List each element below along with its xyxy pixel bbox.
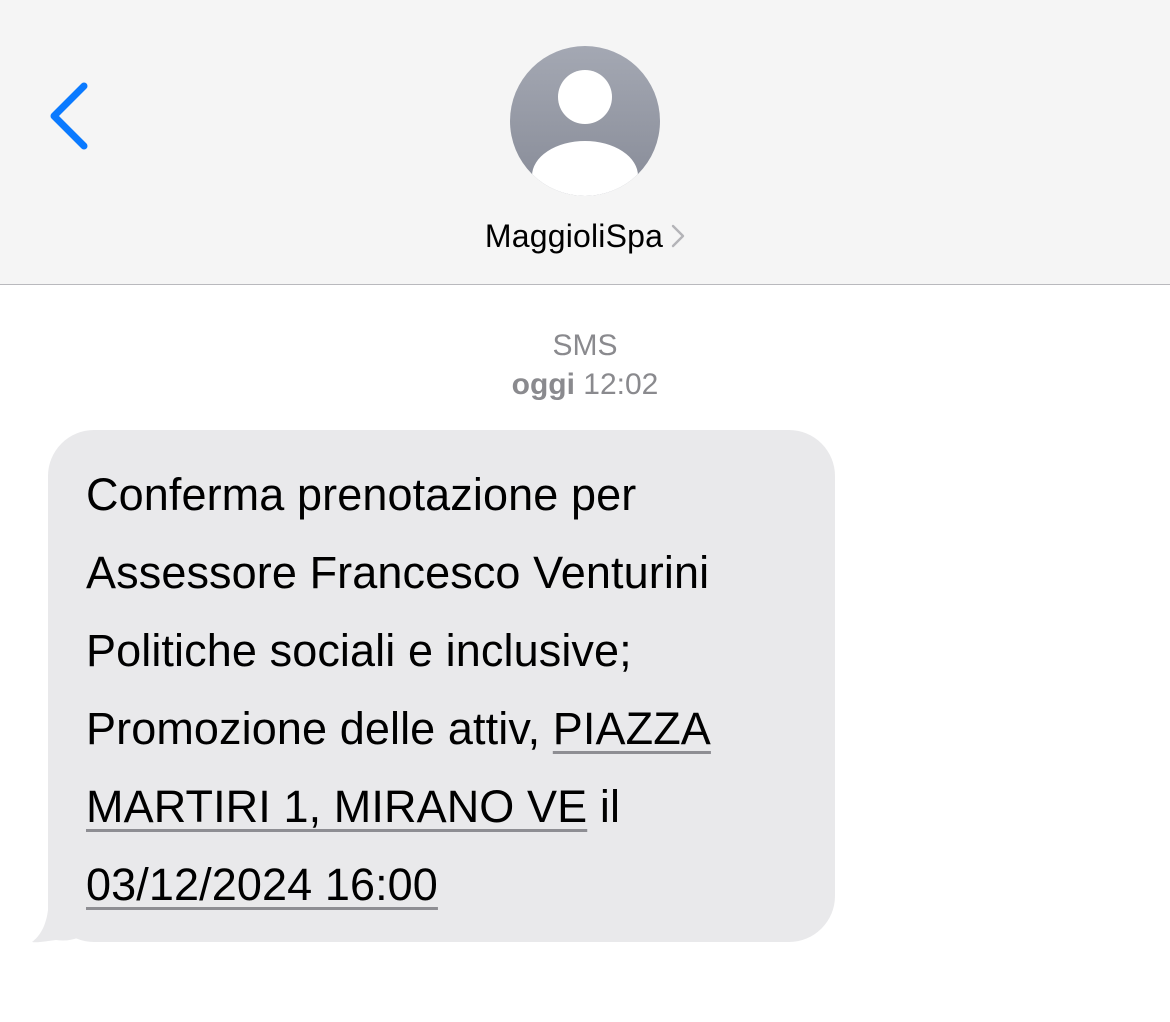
message-line: Conferma prenotazione per — [86, 469, 637, 520]
message-line: Promozione delle attiv, PIAZZA — [86, 690, 816, 768]
message-line-text: Promozione delle attiv, — [86, 703, 553, 754]
message-text: Conferma prenotazione per Assessore Fran… — [86, 456, 816, 924]
message-line-text: il — [587, 781, 621, 832]
messages-screen: MaggioliSpa SMS oggi 12:02 Conferma pren… — [0, 0, 1170, 1022]
address-link-part1[interactable]: PIAZZA — [553, 703, 711, 754]
message-meta: SMS oggi 12:02 — [0, 326, 1170, 404]
chevron-right-icon — [671, 224, 685, 248]
datetime-link[interactable]: 03/12/2024 16:00 — [86, 859, 438, 910]
timestamp: oggi 12:02 — [512, 368, 659, 401]
person-silhouette-icon — [532, 70, 638, 196]
conversation-header: MaggioliSpa — [0, 0, 1170, 285]
timestamp-day: oggi — [511, 368, 575, 401]
address-link-part2[interactable]: MARTIRI 1, MIRANO VE — [86, 781, 587, 832]
contact-name: MaggioliSpa — [484, 218, 664, 254]
message-line: MARTIRI 1, MIRANO VE il — [86, 768, 816, 846]
service-label: SMS — [552, 329, 618, 362]
contact-name-button[interactable]: MaggioliSpa — [0, 218, 1170, 255]
message-line: Assessore Francesco Venturini — [86, 547, 710, 598]
contact-avatar[interactable] — [510, 46, 660, 196]
timestamp-time: 12:02 — [583, 368, 659, 401]
message-line: Politiche sociali e inclusive; — [86, 625, 632, 676]
message-line: 03/12/2024 16:00 — [86, 846, 816, 924]
chevron-left-icon — [50, 82, 88, 150]
back-button[interactable] — [44, 80, 100, 152]
